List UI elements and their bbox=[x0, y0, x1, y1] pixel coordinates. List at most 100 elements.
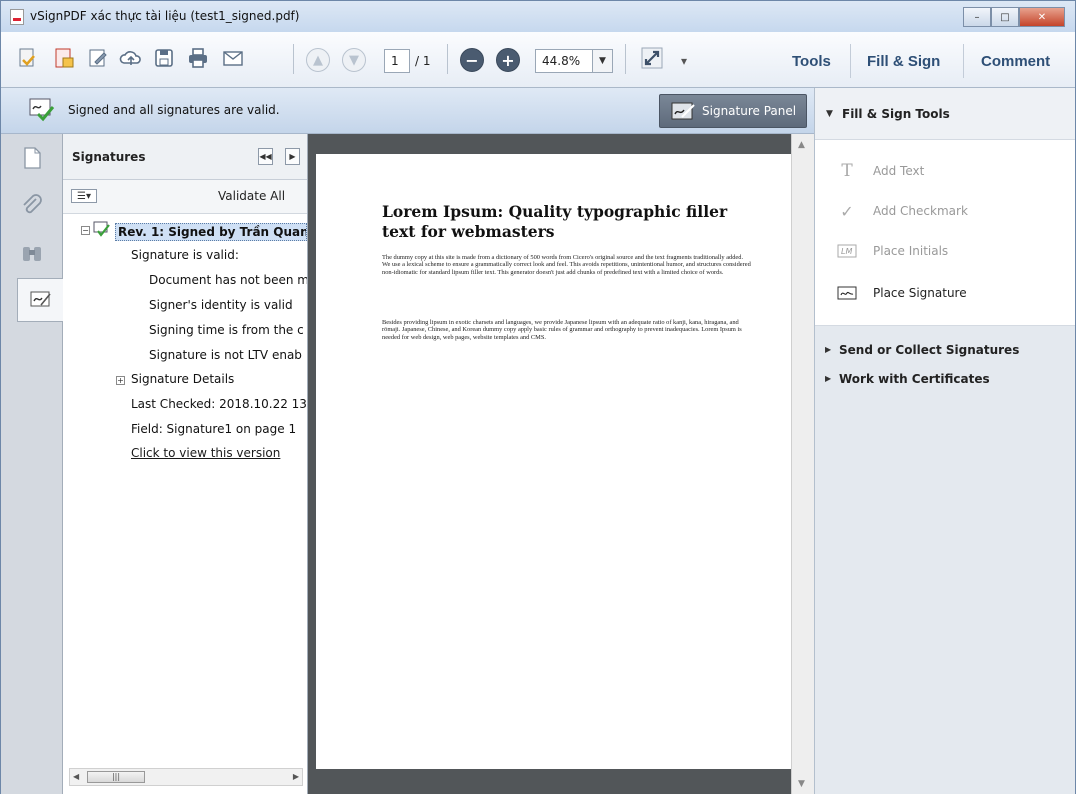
pdf-page[interactable]: Lorem Ipsum: Quality typographic filler … bbox=[316, 154, 791, 769]
send-collect-section[interactable]: ▶ Send or Collect Signatures bbox=[825, 343, 1020, 357]
add-checkmark-label: Add Checkmark bbox=[873, 204, 968, 218]
signatures-panel-header: Signatures ◀◀ ▶ bbox=[63, 134, 307, 180]
collapse-triangle-icon: ▼ bbox=[826, 109, 833, 119]
zoom-dropdown-icon[interactable]: ▼ bbox=[593, 49, 613, 73]
print-icon[interactable] bbox=[185, 45, 211, 71]
export-pdf-icon[interactable] bbox=[51, 45, 77, 71]
expand-right-icon[interactable]: ▶ bbox=[285, 148, 300, 165]
fit-page-icon[interactable] bbox=[639, 45, 665, 71]
place-signature-tool[interactable]: Place Signature bbox=[837, 284, 967, 302]
fill-sign-tools-header[interactable]: ▼ Fill & Sign Tools bbox=[815, 88, 1075, 140]
attachments-icon[interactable] bbox=[9, 184, 55, 228]
tab-separator bbox=[963, 44, 964, 78]
certificates-section[interactable]: ▶ Work with Certificates bbox=[825, 372, 990, 386]
signature-field-text: Field: Signature1 on page 1 bbox=[131, 422, 297, 436]
view-version-link[interactable]: Click to view this version bbox=[131, 446, 280, 460]
signatures-toolbar: ☰▾ Validate All bbox=[63, 180, 307, 214]
signatures-panel-icon[interactable] bbox=[17, 278, 63, 322]
signatures-panel-title: Signatures bbox=[72, 150, 146, 164]
horizontal-scrollbar[interactable]: ◀ ||| ▶ bbox=[69, 768, 303, 786]
signature-status-bar: Signed and all signatures are valid. Sig… bbox=[1, 88, 814, 134]
scroll-thumb[interactable]: ||| bbox=[87, 771, 145, 783]
document-not-modified-text: Document has not been m bbox=[149, 273, 307, 287]
certificates-label: Work with Certificates bbox=[839, 372, 990, 386]
place-initials-label: Place Initials bbox=[873, 244, 949, 258]
navigation-strip bbox=[1, 134, 63, 794]
expand-triangle-icon: ▶ bbox=[825, 374, 832, 383]
signature-check-icon bbox=[93, 221, 110, 237]
main-toolbar: ▲ ▼ 1 / 1 − + 44.8% ▼ ▾ Tools Fill & Sig… bbox=[1, 32, 1075, 88]
signer-identity-text: Signer's identity is valid bbox=[149, 298, 293, 312]
tab-separator bbox=[850, 44, 851, 78]
page-down-icon[interactable]: ▼ bbox=[342, 48, 366, 72]
checkmark-icon: ✓ bbox=[840, 201, 854, 221]
signing-time-text: Signing time is from the c bbox=[149, 323, 304, 337]
options-menu-icon[interactable]: ☰▾ bbox=[71, 189, 97, 203]
send-collect-label: Send or Collect Signatures bbox=[839, 343, 1020, 357]
page-number-input[interactable]: 1 bbox=[384, 49, 410, 73]
scroll-right-icon[interactable]: ▶ bbox=[293, 772, 299, 781]
toolbar-separator bbox=[293, 44, 294, 74]
zoom-in-icon[interactable]: + bbox=[496, 48, 520, 72]
scroll-left-icon[interactable]: ◀ bbox=[73, 772, 79, 781]
search-binoculars-icon[interactable] bbox=[9, 232, 55, 276]
tools-tab[interactable]: Tools bbox=[792, 53, 831, 70]
fill-sign-tools-list: T Add Text ✓ Add Checkmark LM Place Init… bbox=[815, 140, 1075, 326]
signature-valid-text: Signature is valid: bbox=[131, 248, 239, 262]
page-total: / 1 bbox=[415, 54, 431, 68]
expand-triangle-icon: ▶ bbox=[825, 345, 832, 354]
document-paragraph-2: Besides providing lipsum in exotic chars… bbox=[382, 319, 742, 341]
maximize-button[interactable]: □ bbox=[991, 7, 1019, 27]
save-icon[interactable] bbox=[151, 45, 177, 71]
ltv-status-text: Signature is not LTV enab bbox=[149, 348, 302, 362]
signature-valid-icon bbox=[29, 98, 55, 122]
collapse-revision-icon[interactable]: − bbox=[81, 226, 90, 235]
document-heading: Lorem Ipsum: Quality typographic filler … bbox=[382, 202, 728, 241]
text-t-icon: T bbox=[841, 161, 853, 181]
document-paragraph-1: The dummy copy at this site is made from… bbox=[382, 254, 751, 276]
zoom-out-icon[interactable]: − bbox=[460, 48, 484, 72]
app-window: vSignPDF xác thực tài liệu (test1_signed… bbox=[0, 0, 1076, 794]
minimize-button[interactable]: – bbox=[963, 7, 991, 27]
signature-revision-item[interactable]: Rev. 1: Signed by Trần Quang bbox=[115, 223, 307, 241]
signature-pen-icon bbox=[671, 102, 695, 120]
upload-cloud-icon[interactable] bbox=[118, 45, 144, 71]
add-text-tool[interactable]: T Add Text bbox=[837, 161, 925, 181]
signature-panel-label: Signature Panel bbox=[702, 104, 797, 118]
page-thumbnails-icon[interactable] bbox=[9, 136, 55, 180]
fill-sign-pane: ▼ Fill & Sign Tools T Add Text ✓ Add Che… bbox=[814, 88, 1075, 794]
add-checkmark-tool[interactable]: ✓ Add Checkmark bbox=[837, 201, 968, 221]
toolbar-separator bbox=[625, 44, 626, 74]
signature-details-item[interactable]: Signature Details bbox=[131, 372, 234, 386]
signature-panel-button[interactable]: Signature Panel bbox=[659, 94, 807, 128]
scroll-up-icon[interactable]: ▲ bbox=[798, 140, 805, 150]
zoom-input[interactable]: 44.8% bbox=[535, 49, 593, 73]
page-up-icon[interactable]: ▲ bbox=[306, 48, 330, 72]
vertical-scrollbar[interactable]: ▲ ▼ bbox=[791, 134, 814, 794]
window-title: vSignPDF xác thực tài liệu (test1_signed… bbox=[30, 9, 300, 23]
toolbar-separator bbox=[447, 44, 448, 74]
validate-all-button[interactable]: Validate All bbox=[218, 189, 285, 203]
place-signature-label: Place Signature bbox=[873, 286, 967, 300]
create-pdf-icon[interactable] bbox=[15, 45, 41, 71]
signature-icon bbox=[837, 284, 857, 302]
edit-icon[interactable] bbox=[85, 45, 111, 71]
comment-tab[interactable]: Comment bbox=[981, 53, 1050, 70]
signature-tree: − Rev. 1: Signed by Trần Quang Signature… bbox=[63, 214, 307, 770]
window-controls: – □ ✕ bbox=[963, 7, 1065, 27]
more-tools-icon[interactable]: ▾ bbox=[681, 54, 687, 68]
svg-text:LM: LM bbox=[841, 247, 852, 256]
scroll-down-icon[interactable]: ▼ bbox=[798, 779, 805, 789]
close-button[interactable]: ✕ bbox=[1019, 7, 1065, 27]
fill-sign-tab[interactable]: Fill & Sign bbox=[867, 53, 940, 70]
expand-details-icon[interactable]: + bbox=[116, 376, 125, 385]
pdf-app-icon bbox=[10, 9, 24, 25]
add-text-label: Add Text bbox=[873, 164, 925, 178]
fill-sign-sections: ▶ Send or Collect Signatures ▶ Work with… bbox=[815, 326, 1075, 794]
email-icon[interactable] bbox=[220, 45, 246, 71]
collapse-left-icon[interactable]: ◀◀ bbox=[258, 148, 273, 165]
title-bar: vSignPDF xác thực tài liệu (test1_signed… bbox=[1, 1, 1075, 32]
place-initials-tool[interactable]: LM Place Initials bbox=[837, 242, 948, 260]
signature-status-text: Signed and all signatures are valid. bbox=[68, 103, 280, 117]
fill-sign-tools-title: Fill & Sign Tools bbox=[842, 107, 950, 121]
